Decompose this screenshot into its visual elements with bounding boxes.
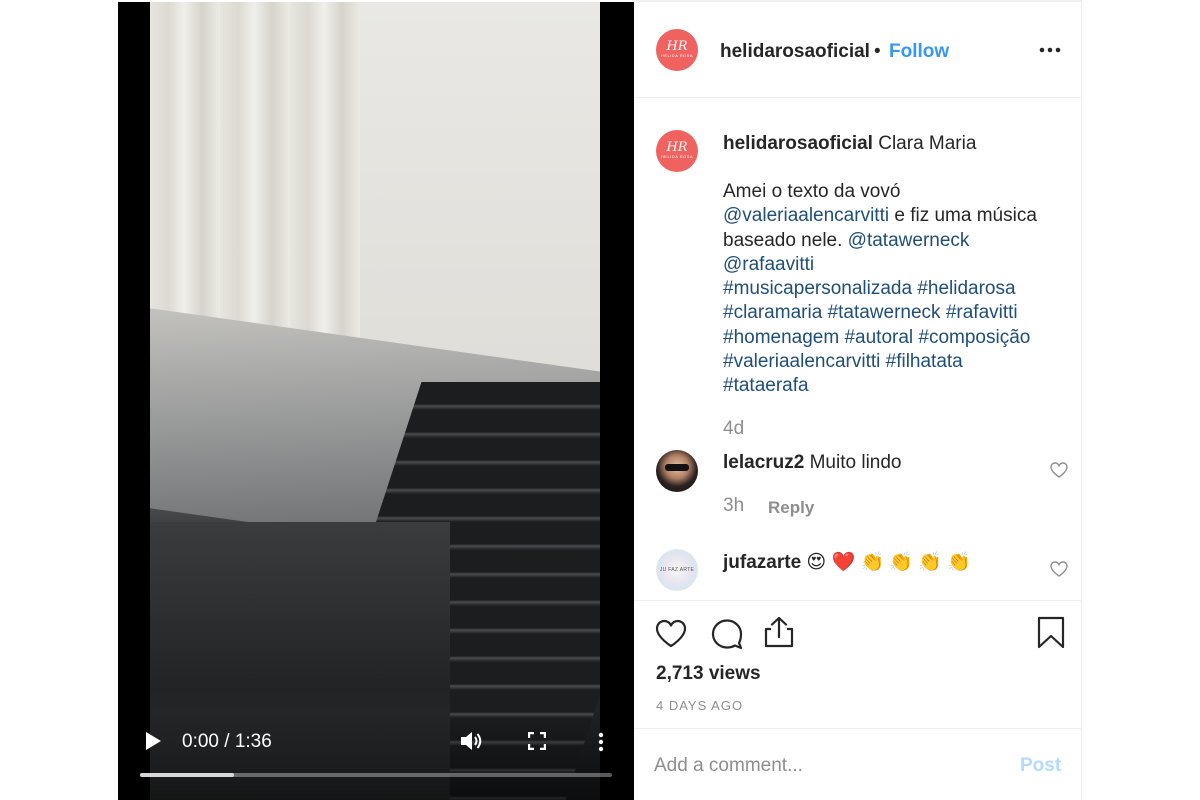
video-progress-buffered [140,773,235,777]
caption-line: baseado nele. @tatawerneck [723,229,1063,253]
mention-link[interactable]: @rafaavitti [723,254,814,275]
add-comment-bar: Post [634,728,1082,800]
post-date[interactable]: 4 DAYS AGO [656,698,743,713]
video-frame [150,2,600,800]
comment-icon[interactable] [710,617,744,651]
comment-input[interactable] [654,751,994,781]
video-progress-bar[interactable] [140,773,612,777]
caption-line: @valeriaalencarvitti e fiz uma música [723,204,1063,228]
comment-like-icon[interactable] [1050,462,1068,478]
caption-avatar[interactable]: HR HELIDA ROSA [656,130,698,172]
bookmark-icon[interactable] [1034,615,1068,649]
share-icon[interactable] [762,615,796,649]
comment-username[interactable]: jufazarte [723,552,801,573]
play-icon[interactable] [144,731,162,751]
post-side-panel: HR HELIDA ROSA helidarosaoficial • Follo… [634,2,1082,800]
header-separator: • [874,41,881,62]
reply-button[interactable]: Reply [768,498,814,518]
caption-body: Amei o texto da vovó @valeriaalencarvitt… [723,180,1063,399]
avatar-monogram: HR [666,39,688,54]
avatar-monogram: HR [666,140,688,155]
hashtag-line[interactable]: #valeriaalencarvitti #filhatata [723,350,1063,374]
view-count[interactable]: 2,713 views [656,663,761,685]
comment-avatar[interactable] [656,450,698,492]
post-header: HR HELIDA ROSA helidarosaoficial • Follo… [634,2,1082,98]
caption-age: 4d [723,418,745,439]
video-player[interactable]: 0:00 / 1:36 [118,2,634,800]
follow-button[interactable]: Follow [889,41,949,63]
caption-title: Clara Maria [878,133,977,154]
post-button[interactable]: Post [1020,755,1061,777]
video-controls [118,710,634,800]
heart-icon[interactable] [654,617,688,651]
caption-username[interactable]: helidarosaoficial [723,133,873,154]
caption-line: @rafaavitti [723,253,1063,277]
more-vertical-icon[interactable] [598,732,604,752]
volume-icon[interactable] [460,730,484,752]
mention-link[interactable]: @tatawerneck [848,230,970,251]
comment-body: Muito lindo [809,452,902,473]
avatar-subtext: HELIDA ROSA [660,154,694,159]
fullscreen-icon[interactable] [528,732,546,750]
header-username[interactable]: helidarosaoficial [720,41,870,63]
comment-username[interactable]: lelacruz2 [723,452,804,473]
comment-like-icon[interactable] [1050,561,1068,577]
hashtag-line[interactable]: #homenagem #autoral #composição [723,326,1063,350]
caption-line: Amei o texto da vovó [723,181,901,202]
post-actions: 2,713 views 4 DAYS AGO [634,600,1082,730]
comment-body: 😍 ❤️ 👏 👏 👏 👏 [806,552,971,573]
comment: jufazarte 😍 ❤️ 👏 👏 👏 👏 [723,550,971,574]
comment-time: 3h [723,495,745,516]
video-time: 0:00 / 1:36 [182,731,272,752]
mention-link[interactable]: @valeriaalencarvitti [723,205,889,226]
hashtag-line[interactable]: #tataerafa [723,374,1063,398]
avatar-glasses [665,464,689,471]
avatar-subtext: HELIDA ROSA [660,53,694,58]
avatar[interactable]: HR HELIDA ROSA [656,29,698,71]
caption-title-line: helidarosaoficial Clara Maria [723,132,1063,156]
caption-text: baseado nele. [723,229,848,251]
more-options-icon[interactable] [1038,42,1062,58]
caption-text: e fiz uma música [889,205,1037,227]
hashtag-line[interactable]: #musicapersonalizada #helidarosa [723,277,1063,301]
avatar-text: JU FAZ ARTE [659,567,695,573]
hashtag-line[interactable]: #claramaria #tatawerneck #rafavitti [723,301,1063,325]
comment-avatar[interactable]: JU FAZ ARTE [656,549,698,591]
comment: lelacruz2 Muito lindo [723,452,902,474]
